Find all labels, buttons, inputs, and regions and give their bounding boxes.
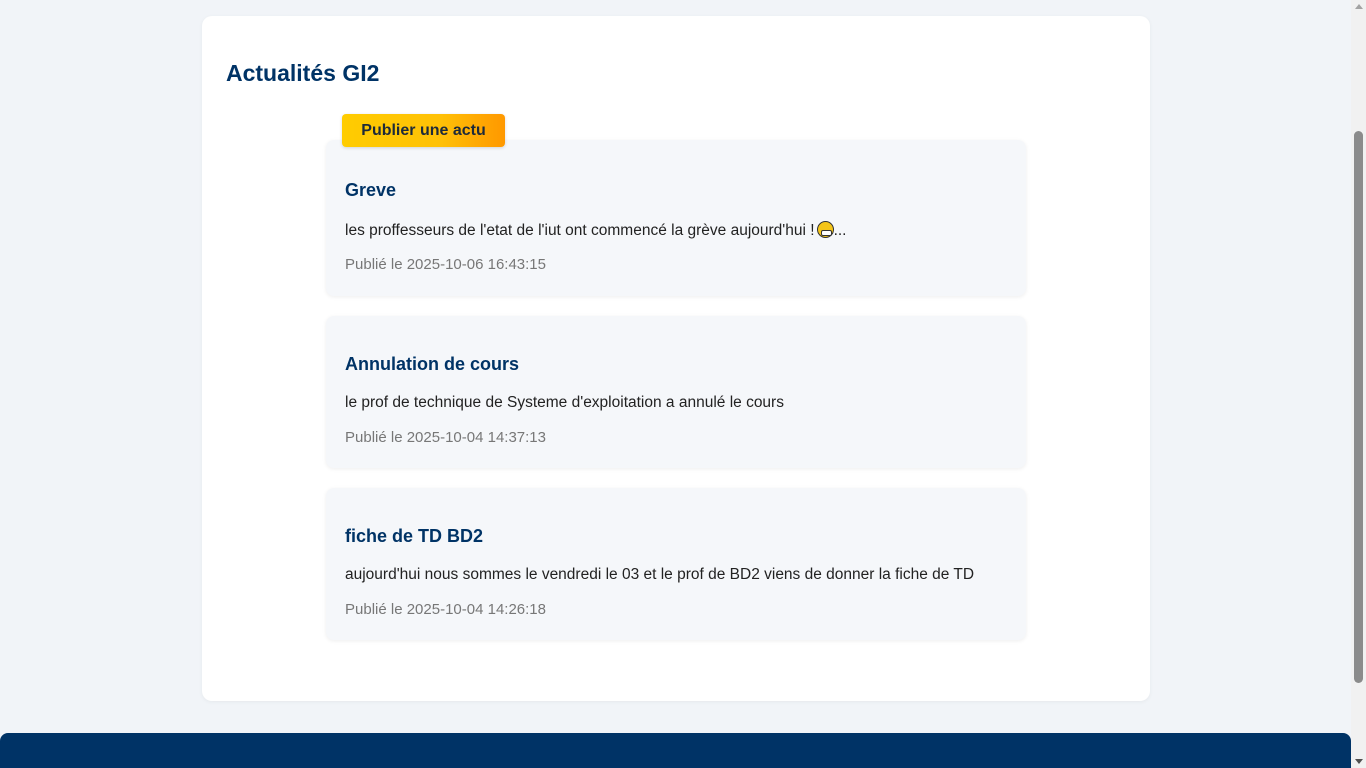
- scroll-down-arrow-icon[interactable]: [1355, 759, 1363, 764]
- browser-viewport: Actualités GI2 Publier une actu Greve le…: [0, 0, 1366, 768]
- news-excerpt: aujourd'hui nous sommes le vendredi le 0…: [345, 566, 975, 583]
- news-date: Publié le 2025-10-04 14:26:18: [345, 601, 546, 618]
- news-excerpt: les proffesseurs de l'etat de l'iut ont …: [345, 221, 846, 240]
- page-content: Actualités GI2 Publier une actu Greve le…: [0, 0, 1351, 768]
- news-title: fiche de TD BD2: [345, 526, 484, 546]
- news-title: Greve: [345, 180, 397, 200]
- site-footer: [0, 733, 1351, 768]
- grimacing-face-icon: [816, 221, 834, 238]
- publish-news-button[interactable]: Publier une actu: [342, 114, 505, 147]
- news-card[interactable]: Annulation de cours le prof de technique…: [326, 316, 1026, 468]
- news-panel: Actualités GI2 Publier une actu Greve le…: [202, 16, 1150, 701]
- news-list: Greve les proffesseurs de l'etat de l'iu…: [326, 140, 1026, 660]
- section-title: Actualités GI2: [226, 60, 380, 86]
- news-excerpt: le prof de technique de Systeme d'exploi…: [345, 394, 784, 411]
- news-title: Annulation de cours: [345, 354, 520, 374]
- vertical-scrollbar[interactable]: [1351, 0, 1366, 768]
- news-card[interactable]: fiche de TD BD2 aujourd'hui nous sommes …: [326, 488, 1026, 640]
- news-date: Publié le 2025-10-04 14:37:13: [345, 429, 546, 446]
- scrollbar-thumb[interactable]: [1354, 131, 1363, 683]
- news-card[interactable]: Greve les proffesseurs de l'etat de l'iu…: [326, 140, 1026, 296]
- news-excerpt-ellipsis: ...: [833, 222, 847, 239]
- scroll-up-arrow-icon[interactable]: [1355, 4, 1363, 9]
- news-date: Publié le 2025-10-06 16:43:15: [345, 256, 546, 273]
- news-excerpt-text: les proffesseurs de l'etat de l'iut ont …: [345, 222, 815, 239]
